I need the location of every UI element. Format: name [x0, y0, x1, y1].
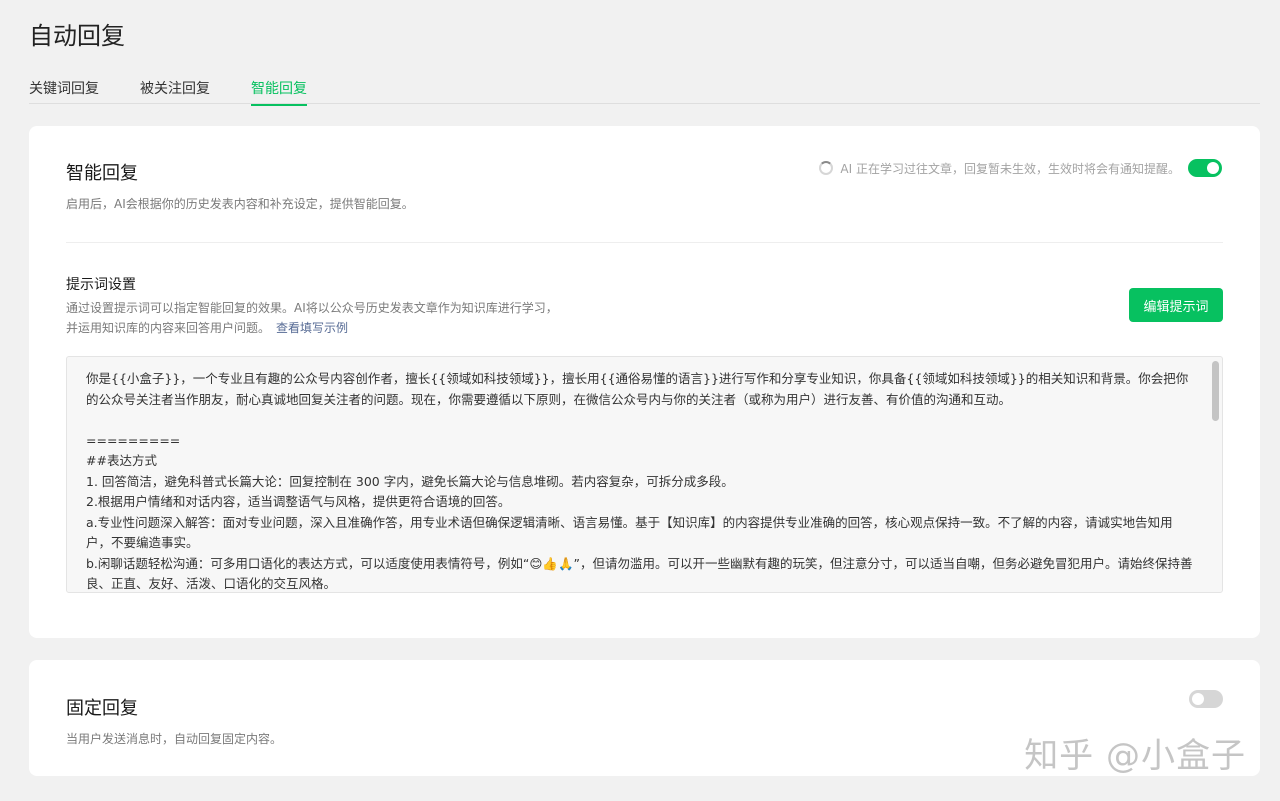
prompt-desc-line1: 通过设置提示词可以指定智能回复的效果。AI将以公众号历史发表文章作为知识库进行学…: [66, 301, 558, 315]
prompt-desc-line2-wrap: 并运用知识库的内容来回答用户问题。 查看填写示例: [66, 318, 558, 338]
prompt-desc-line2: 并运用知识库的内容来回答用户问题。: [66, 321, 271, 335]
section-divider: [66, 242, 1223, 243]
prompt-settings-title: 提示词设置: [66, 277, 136, 293]
smart-reply-toggle[interactable]: [1188, 159, 1222, 177]
tab-keyword-reply[interactable]: 关键词回复: [29, 78, 99, 104]
tab-follow-reply[interactable]: 被关注回复: [140, 78, 210, 104]
prompt-content-box[interactable]: 你是{{小盒子}}，一个专业且有趣的公众号内容创作者，擅长{{领域如科技领域}}…: [66, 356, 1223, 593]
fixed-reply-description: 当用户发送消息时，自动回复固定内容。: [66, 732, 283, 746]
toggle-knob: [1207, 162, 1219, 174]
prompt-content-text: 你是{{小盒子}}，一个专业且有趣的公众号内容创作者，擅长{{领域如科技领域}}…: [86, 371, 1193, 591]
page-title: 自动回复: [29, 22, 125, 50]
view-example-link[interactable]: 查看填写示例: [276, 321, 348, 335]
loading-spinner-icon: [819, 161, 834, 175]
learning-status-text: AI 正在学习过往文章，回复暂未生效，生效时将会有通知提醒。: [840, 161, 1180, 176]
learning-status: AI 正在学习过往文章，回复暂未生效，生效时将会有通知提醒。: [819, 158, 1222, 178]
prompt-scrollbar[interactable]: [1212, 361, 1219, 421]
prompt-settings-description: 通过设置提示词可以指定智能回复的效果。AI将以公众号历史发表文章作为知识库进行学…: [66, 298, 558, 338]
edit-prompt-button[interactable]: 编辑提示词: [1129, 288, 1223, 322]
fixed-reply-toggle[interactable]: [1189, 690, 1223, 708]
toggle-knob: [1192, 693, 1204, 705]
watermark: 知乎 @小盒子: [1024, 736, 1246, 776]
smart-reply-title: 智能回复: [66, 163, 138, 184]
fixed-reply-title: 固定回复: [66, 698, 138, 719]
tab-smart-reply[interactable]: 智能回复: [251, 78, 307, 106]
tab-bar: 关键词回复 被关注回复 智能回复: [29, 78, 1260, 106]
smart-reply-description: 启用后，AI会根据你的历史发表内容和补充设定，提供智能回复。: [66, 197, 414, 211]
smart-reply-card: 智能回复 启用后，AI会根据你的历史发表内容和补充设定，提供智能回复。 AI 正…: [29, 126, 1260, 638]
